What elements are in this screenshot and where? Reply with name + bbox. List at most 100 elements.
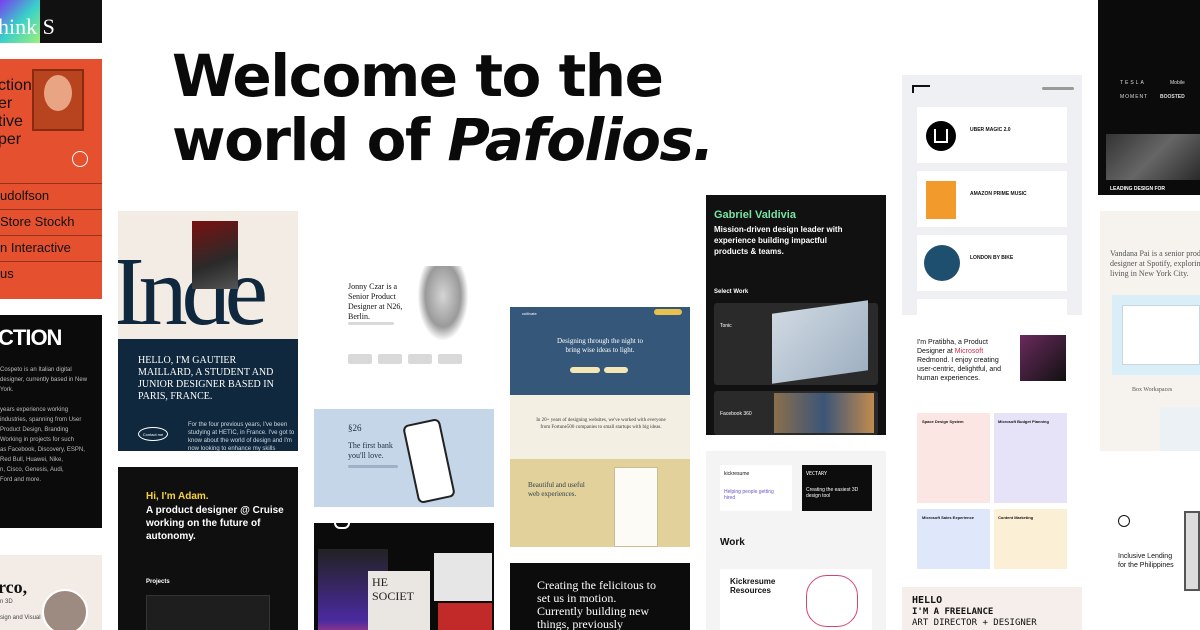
- cta-button[interactable]: [604, 367, 628, 373]
- section-title: Select Work: [714, 289, 749, 295]
- title-emphasis: Pafolios.: [447, 106, 714, 174]
- card-text: Creating the easiest 3D design tool: [806, 487, 859, 499]
- portfolio-card-freelance[interactable]: HELLO I'M A FREELANCE ART DIRECTOR + DES…: [902, 587, 1082, 630]
- big-letters: Inde: [118, 238, 268, 346]
- portfolio-card-gabriel[interactable]: Gabriel Valdivia Mission-driven design l…: [706, 195, 886, 435]
- app-screens: [774, 393, 874, 433]
- section-title: Projects: [146, 579, 170, 585]
- text-line: industries, spanning from User: [0, 417, 82, 423]
- brand-logo: MOMENT: [1120, 94, 1149, 100]
- brand-logo: BOOSTED: [1160, 94, 1185, 100]
- portfolio-card-work[interactable]: kickresume Helping people getting hired …: [706, 451, 886, 630]
- contact-badge[interactable]: Contact me: [138, 427, 168, 441]
- list-item[interactable]: n Interactive: [0, 235, 102, 259]
- headline-line: autonomy.: [146, 531, 196, 542]
- intro-line: user-centric, delightful, and: [917, 366, 1002, 373]
- card-title: CTION: [0, 325, 62, 350]
- portfolio-card-collage[interactable]: HE SOCIET: [314, 523, 494, 630]
- portfolio-card-jonny[interactable]: Jonny Czar is a Senior Product Designer at…: [314, 230, 494, 393]
- resource-title: Kickresume: [730, 577, 776, 586]
- portfolio-card-gautier[interactable]: Inde HELLO, I'M GAUTIER MAILLARD, A STUD…: [118, 211, 298, 451]
- list-item[interactable]: us: [0, 261, 102, 285]
- intro-line: Vandana Pai is a senior product: [1110, 249, 1200, 258]
- project-title: Tonic: [720, 323, 732, 329]
- gradient-text: hink S: [0, 14, 55, 39]
- portfolio-card-n26[interactable]: §26 The first bank you'll love.: [314, 409, 494, 507]
- intro-text: In 20+ years of designing websites, we'v…: [536, 418, 666, 430]
- avatar: [42, 589, 88, 630]
- bio-text: Cospeto is an Italian digital designer, c…: [0, 365, 102, 485]
- headline-line: er: [0, 95, 13, 112]
- illustration: [806, 575, 858, 627]
- brand-mark: §26: [348, 423, 362, 433]
- phone-mockup: [402, 417, 456, 505]
- text-line: Senior Product: [348, 292, 396, 301]
- portfolio-card-black[interactable]: CTION Cospeto is an Italian digital desig…: [0, 315, 102, 528]
- text-line: n, Cisco, Genesis, Audi,: [0, 467, 64, 473]
- amazon-logo: [926, 181, 956, 219]
- scroll-icon[interactable]: [72, 151, 88, 167]
- text-line: Working in projects for such: [0, 437, 74, 443]
- magazine-mockup: [614, 467, 658, 547]
- nav-button[interactable]: [654, 309, 682, 315]
- portfolio-card-vandana[interactable]: Vandana Pai is a senior product designer…: [1100, 211, 1200, 451]
- uber-mark: [934, 129, 948, 143]
- headline-line: you'll love.: [348, 451, 384, 460]
- text-line: Designer at N26,: [348, 302, 403, 311]
- subtitle: sign and Visual: [0, 615, 41, 621]
- laptop-mockup: [1184, 511, 1200, 591]
- greeting: HELLO: [912, 595, 943, 606]
- intro-text: HELLO, I'M GAUTIER MAILLARD, A STUDENT A…: [138, 355, 274, 402]
- portfolio-card-products[interactable]: UBER MAGIC 2.0 AMAZON PRIME MUSIC LONDON…: [902, 75, 1082, 315]
- text-line: Cospeto is an Italian digital: [0, 367, 72, 373]
- card-text: Helping people getting hired: [724, 489, 774, 501]
- headline-line: Mission-driven design leader with: [714, 225, 843, 234]
- project-title: Box Workspaces: [1132, 387, 1173, 393]
- app-screen: [1122, 305, 1200, 365]
- section-title: Beautiful and useful: [528, 481, 585, 489]
- text-line: years experience working: [0, 407, 69, 413]
- portfolio-card-lending[interactable]: Inclusive Lending for the Philippines: [1100, 467, 1200, 630]
- headline-line: Inclusive Lending: [1118, 553, 1173, 560]
- portfolio-card-brands[interactable]: TESLA Mobile MOMENT BOOSTED LEADING DESI…: [1098, 0, 1200, 195]
- portfolio-card-pratibha[interactable]: I'm Pratibha, a Product Designer at Micr…: [902, 315, 1082, 575]
- intro-line: Redmond. I enjoy creating: [917, 357, 999, 364]
- bio-text: For the four previous years, I've been s…: [188, 422, 295, 451]
- project-tile[interactable]: [994, 413, 1067, 503]
- avatar-face: [44, 75, 72, 111]
- portfolio-card-marco[interactable]: rco, n 3D sign and Visual: [0, 555, 102, 630]
- brand-name: VECTARY: [806, 471, 828, 477]
- intro-line: designer at Spotify, exploring and: [1110, 259, 1200, 268]
- portfolio-card-felicitous[interactable]: Creating the felicitous to set us in mot…: [510, 563, 690, 630]
- intro-line: living in New York City.: [1110, 269, 1189, 278]
- headline-line: working on the future of: [146, 518, 261, 529]
- portfolio-card-studio[interactable]: cultivate Designing through the night to…: [510, 307, 690, 547]
- cta-button[interactable]: [570, 367, 600, 373]
- product-title: AMAZON PRIME MUSIC: [970, 191, 1027, 197]
- project-tile[interactable]: [917, 413, 990, 503]
- headline-line: products & teams.: [714, 247, 784, 256]
- section-title: web experiences.: [528, 490, 577, 498]
- portfolio-card-gradient[interactable]: hink S: [0, 0, 102, 43]
- headline-line: ction: [0, 77, 32, 94]
- headline-line: bring wise ideas to light.: [565, 346, 635, 354]
- project-thumbnail[interactable]: [146, 595, 270, 630]
- greeting: Hi, I'm Adam.: [146, 491, 209, 502]
- subtitle: n 3D: [0, 599, 13, 605]
- portfolio-card-red[interactable]: ction er tive per udolfson Store Stockh …: [0, 59, 102, 299]
- project-image: [1106, 134, 1200, 180]
- magazine-text: HE SOCIET: [368, 571, 430, 630]
- text-line: Berlin.: [348, 312, 370, 321]
- text-line: Ford and more.: [0, 477, 42, 483]
- headline-line: A product designer @ Cruise: [146, 505, 284, 516]
- avatar: [418, 266, 468, 340]
- text-line: as Facebook, Discovery, ESPN,: [0, 447, 85, 453]
- list-item[interactable]: Store Stockh: [0, 209, 102, 233]
- intro-line: Designer at Microsoft: [917, 348, 984, 355]
- headline-line: experience building impactful: [714, 236, 827, 245]
- portfolio-card-adam[interactable]: Hi, I'm Adam. A product designer @ Cruis…: [118, 467, 298, 630]
- headline-line: The first bank: [348, 441, 393, 450]
- intro-text: Jonny Czar is a Senior Product Designer at…: [348, 282, 402, 322]
- list-item[interactable]: udolfson: [0, 183, 102, 207]
- name-heading: rco,: [0, 577, 28, 597]
